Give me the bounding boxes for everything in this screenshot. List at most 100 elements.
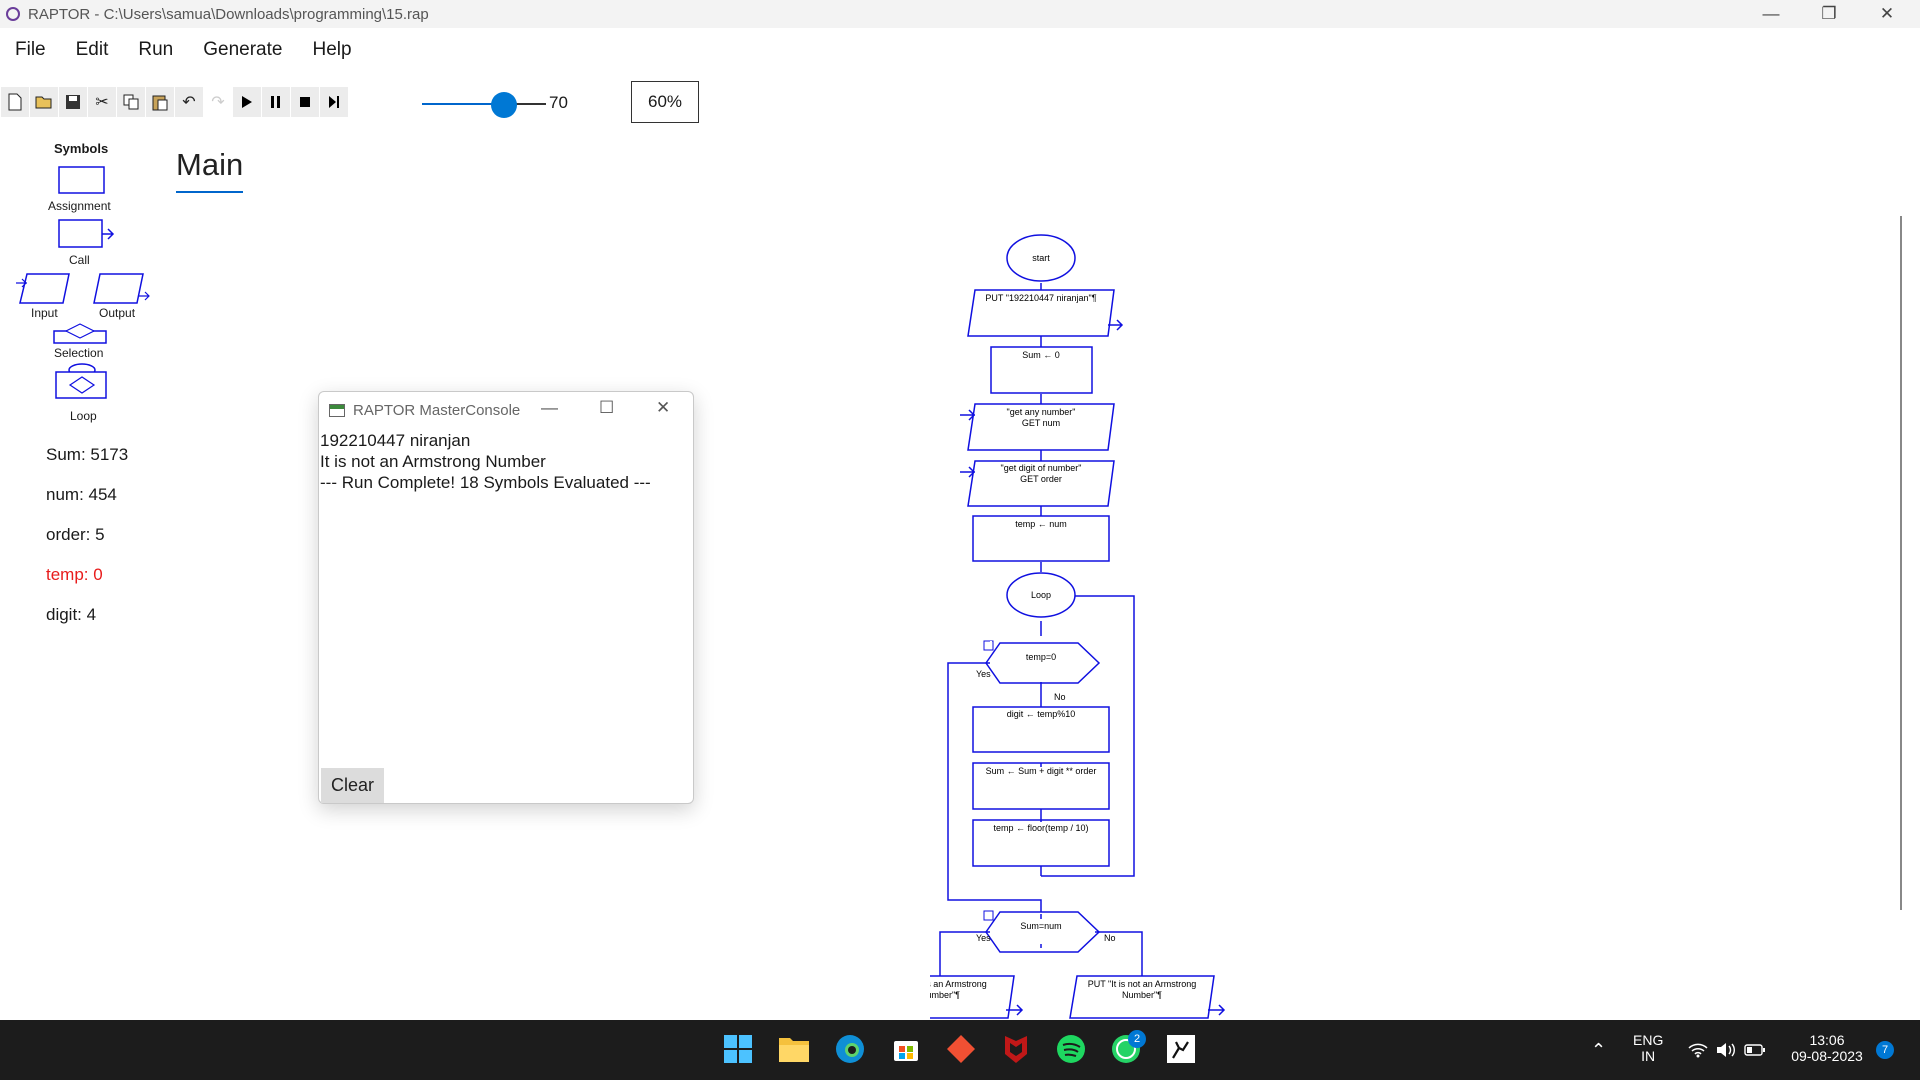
spotify-icon[interactable]: [1055, 1033, 1087, 1065]
clock-time: 13:06: [1809, 1032, 1845, 1048]
clock[interactable]: 13:06 09-08-2023: [1782, 1032, 1872, 1064]
fc-temp-floor-text: temp ← floor(temp / 10): [993, 823, 1088, 833]
start-icon[interactable]: [722, 1033, 754, 1065]
fc-get-num-text: GET num: [1022, 418, 1060, 428]
fc-digit-text: digit ← temp%10: [1007, 709, 1076, 719]
battery-icon[interactable]: [1744, 1043, 1766, 1060]
console-minimize-icon[interactable]: —: [541, 398, 558, 418]
menu-file[interactable]: File: [0, 39, 61, 61]
variable-sum: Sum: 5173: [46, 445, 129, 464]
output-label: Output: [99, 306, 136, 320]
call-label: Call: [69, 253, 90, 267]
menu-generate[interactable]: Generate: [188, 39, 297, 61]
window-title: RAPTOR - C:\Users\samua\Downloads\progra…: [28, 5, 429, 23]
mcafee-icon[interactable]: [1000, 1033, 1032, 1065]
fc-put-yes-line1: PUT "It is an Armstrong: [930, 979, 987, 989]
speed-slider-thumb[interactable]: [491, 92, 517, 118]
raptor-app-window: RAPTOR - C:\Users\samua\Downloads\progra…: [0, 0, 1920, 1080]
console-close-icon[interactable]: ✕: [656, 398, 670, 418]
paste-icon[interactable]: [146, 87, 174, 117]
fc-cond1-text: temp=0: [1026, 652, 1056, 662]
variable-temp: temp: 0: [46, 565, 103, 584]
tab-main[interactable]: Main: [176, 147, 243, 183]
wifi-icon[interactable]: [1688, 1042, 1708, 1061]
fc-get-order-text: GET order: [1020, 474, 1062, 484]
console-title: RAPTOR MasterConsole: [353, 401, 521, 419]
fc-temp-assign-text: temp ← num: [1015, 519, 1067, 529]
edge-browser-icon[interactable]: [834, 1033, 866, 1065]
raptor-app-icon: [6, 7, 20, 21]
undo-icon[interactable]: ↶: [175, 87, 203, 117]
language-code: ENG: [1633, 1032, 1664, 1048]
clock-date: 09-08-2023: [1791, 1048, 1863, 1064]
fc-yes1-text: Yes: [976, 669, 991, 679]
raptor-taskbar-icon[interactable]: [1165, 1033, 1197, 1065]
console-line: --- Run Complete! 18 Symbols Evaluated -…: [320, 473, 651, 492]
console-maximize-icon[interactable]: ☐: [599, 398, 614, 418]
console-output: 192210447 niranjan It is not an Armstron…: [320, 430, 651, 493]
call-symbol[interactable]: [58, 219, 115, 248]
symbols-title: Symbols: [54, 141, 109, 156]
cond-sum-diamond: [985, 911, 1101, 953]
save-icon[interactable]: [59, 87, 87, 117]
menu-edit[interactable]: Edit: [61, 39, 124, 61]
assignment-symbol[interactable]: [58, 166, 105, 194]
fc-put-no-line1: PUT "It is not an Armstrong: [1088, 979, 1197, 989]
input-symbol[interactable]: [16, 273, 70, 304]
selection-symbol[interactable]: [53, 323, 107, 344]
pause-icon[interactable]: [262, 87, 290, 117]
step-icon[interactable]: [320, 87, 348, 117]
play-icon[interactable]: [233, 87, 261, 117]
speed-slider-rest[interactable]: [514, 103, 546, 105]
console-line: 192210447 niranjan: [320, 431, 471, 450]
clear-button[interactable]: Clear: [321, 768, 384, 803]
show-hidden-icons[interactable]: ⌃: [1591, 1040, 1606, 1061]
stop-icon[interactable]: [291, 87, 319, 117]
variable-digit: digit: 4: [46, 605, 97, 624]
title-bar: RAPTOR - C:\Users\samua\Downloads\progra…: [0, 0, 1920, 28]
language-indicator[interactable]: ENG IN: [1633, 1032, 1663, 1064]
fc-yes2-text: Yes: [976, 933, 991, 943]
variable-order: order: 5: [46, 525, 105, 544]
redo-icon: ↷: [204, 87, 232, 117]
cut-icon[interactable]: ✂: [88, 87, 116, 117]
toolbar: ✂ ↶ ↷: [0, 84, 348, 120]
notification-badge[interactable]: 7: [1876, 1041, 1894, 1059]
minimize-button[interactable]: —: [1742, 0, 1800, 28]
menu-bar: File Edit Run Generate Help: [0, 28, 1920, 72]
vertical-scrollbar[interactable]: [1900, 216, 1902, 910]
input-label: Input: [31, 306, 58, 320]
fc-no2-text: No: [1104, 933, 1116, 943]
fc-put1-text: PUT "192210447 niranjan"¶: [985, 293, 1096, 303]
loop-symbol[interactable]: [55, 363, 107, 399]
fc-get-num-prompt: "get any number": [1007, 407, 1076, 417]
restore-button[interactable]: ❐: [1800, 0, 1858, 28]
open-folder-icon[interactable]: [30, 87, 58, 117]
menu-help[interactable]: Help: [297, 39, 366, 61]
menu-run[interactable]: Run: [123, 39, 188, 61]
fc-no1-text: No: [1054, 692, 1066, 702]
volume-icon[interactable]: [1716, 1042, 1736, 1061]
console-title-bar: RAPTOR MasterConsole: [319, 392, 693, 428]
fc-put-yes-line2: Number"¶: [930, 990, 960, 1000]
region-code: IN: [1641, 1048, 1656, 1064]
master-console-window: RAPTOR MasterConsole — ☐ ✕ 192210447 nir…: [318, 391, 694, 804]
output-symbol[interactable]: [93, 273, 150, 304]
cond-temp-diamond: [985, 642, 1101, 684]
fc-sum-assign-text: Sum ← Sum + digit ** order: [986, 766, 1097, 776]
flowchart-canvas: start PUT "192210447 niranjan"¶ Sum ← 0 …: [930, 234, 1226, 1019]
zoom-selector[interactable]: 60%: [631, 81, 699, 123]
variable-num: num: 454: [46, 485, 117, 504]
selection-label: Selection: [54, 346, 104, 360]
store-icon[interactable]: [890, 1033, 922, 1065]
fc-sum-init-text: Sum ← 0: [1022, 350, 1060, 360]
console-app-icon: [329, 403, 345, 417]
fc-loop-text: Loop: [1031, 590, 1051, 600]
console-line: It is not an Armstrong Number: [320, 452, 546, 471]
file-explorer-icon[interactable]: [778, 1033, 810, 1065]
new-file-icon[interactable]: [1, 87, 29, 117]
fc-cond2-text: Sum=num: [1020, 921, 1061, 931]
close-button[interactable]: ✕: [1858, 0, 1916, 28]
git-icon[interactable]: [945, 1033, 977, 1065]
copy-icon[interactable]: [117, 87, 145, 117]
